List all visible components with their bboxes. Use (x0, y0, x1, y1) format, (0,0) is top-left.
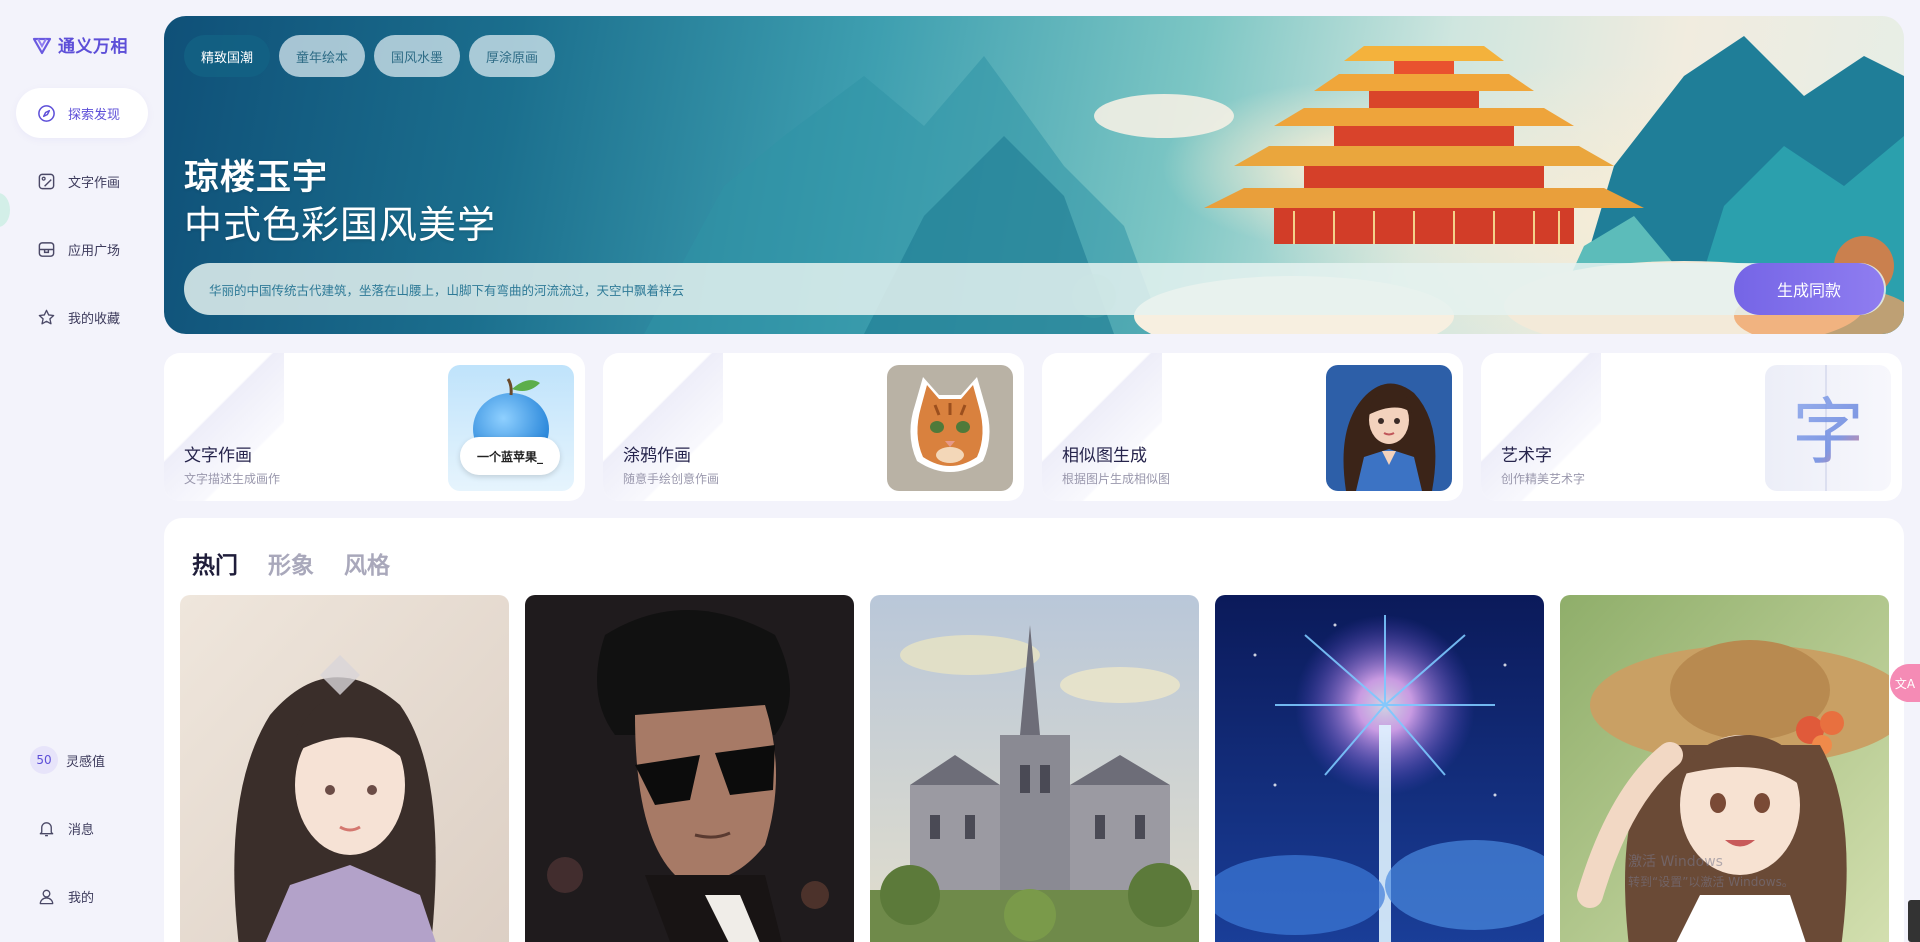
sidebar-item-messages[interactable]: 消息 (16, 803, 148, 853)
sidebar-item-label: 应用广场 (68, 243, 121, 259)
card-desc: 根据图片生成相似图 (1062, 472, 1171, 486)
card-desc: 文字描述生成画作 (184, 472, 281, 486)
translate-float-button[interactable]: 文A (1890, 664, 1920, 702)
gallery-tile-fireworks[interactable] (1215, 595, 1544, 942)
sidebar-item-label: 我的收藏 (68, 311, 121, 327)
watermark-line1: 激活 Windows (1628, 854, 1723, 870)
scrollbar-handle[interactable] (1908, 900, 1920, 942)
tab-portrait[interactable]: 形象 (268, 546, 314, 580)
feature-cards: 文字作画 文字描述生成画作 一个蓝苹果_ 涂鸦作画 随意手绘创意作画 相似图生成… (164, 353, 1902, 501)
sidebar-item-explore[interactable]: 探索发现 (16, 88, 148, 138)
app-box-icon (36, 239, 56, 259)
app-logo[interactable]: 通义万相 (31, 32, 128, 57)
art-text-glyph: 字 (1792, 390, 1864, 474)
banner-title: 琼楼玉宇 (184, 158, 329, 198)
chip-style-2[interactable]: 国风水墨 (374, 35, 461, 77)
sidebar-item-label: 探索发现 (68, 107, 121, 123)
cat-sticker-thumbnail (887, 365, 1013, 491)
tab-popular[interactable]: 热门 (192, 546, 238, 580)
chip-style-3[interactable]: 厚涂原画 (469, 35, 556, 77)
sidebar-item-label: 文字作画 (68, 175, 121, 191)
watermark-line2: 转到“设置”以激活 Windows。 (1628, 875, 1794, 889)
apple-prompt-label: 一个蓝苹果_ (460, 437, 560, 475)
tab-style[interactable]: 风格 (344, 546, 390, 580)
activation-watermark: 激活 Windows 转到“设置”以激活 Windows。 (1628, 852, 1794, 892)
card-title: 文字作画 (184, 446, 252, 466)
gallery-tile-sunglasses-man[interactable] (525, 595, 854, 942)
sidebar-item-favorites[interactable]: 我的收藏 (16, 292, 148, 342)
gallery-tile-ancient-woman[interactable] (180, 595, 509, 942)
banner-subtitle: 中式色彩国风美学 (184, 203, 497, 247)
sidebar-item-label: 消息 (68, 822, 95, 838)
sidebar-item-profile[interactable]: 我的 (16, 871, 148, 921)
user-icon (36, 886, 56, 906)
logo-icon (32, 37, 52, 54)
bell-icon (36, 818, 56, 838)
feature-card-text-to-image[interactable]: 文字作画 文字描述生成画作 一个蓝苹果_ (164, 353, 585, 501)
compass-icon (36, 103, 56, 123)
prompt-bar[interactable]: 华丽的中国传统古代建筑，坐落在山腰上，山脚下有弯曲的河流流过，天空中飘着祥云 生… (184, 263, 1886, 315)
inspiration-points[interactable]: 50 灵感值 (16, 735, 148, 785)
sidebar-item-text-to-image[interactable]: 文字作画 (16, 156, 148, 206)
side-decoration (0, 193, 10, 227)
card-desc: 创作精美艺术字 (1501, 472, 1586, 486)
feature-card-art-text[interactable]: 艺术字 创作精美艺术字 字 (1481, 353, 1902, 501)
points-label: 灵感值 (66, 754, 106, 770)
hero-banner: 精致国潮 童年绘本 国风水墨 厚涂原画 琼楼玉宇 中式色彩国风美学 华丽的中国传… (164, 16, 1904, 334)
anime-girl-thumbnail (1326, 365, 1452, 491)
chip-style-1[interactable]: 童年绘本 (279, 35, 366, 77)
sidebar-item-app-square[interactable]: 应用广场 (16, 224, 148, 274)
sidebar: 通义万相 探索发现 文字作画 应用广场 我的收藏 50 灵感值 消息 我的 (0, 0, 164, 942)
points-badge: 50 (30, 746, 58, 774)
feature-card-similar-image[interactable]: 相似图生成 根据图片生成相似图 (1042, 353, 1463, 501)
style-chips: 精致国潮 童年绘本 国风水墨 厚涂原画 (184, 35, 556, 77)
art-text-thumbnail: 字 (1765, 365, 1891, 491)
feature-card-doodle[interactable]: 涂鸦作画 随意手绘创意作画 (603, 353, 1024, 501)
generate-same-button[interactable]: 生成同款 (1734, 263, 1884, 315)
blue-apple-thumbnail: 一个蓝苹果_ (448, 365, 574, 491)
card-title: 艺术字 (1501, 446, 1552, 466)
chip-style-0[interactable]: 精致国潮 (184, 35, 271, 77)
sidebar-item-label: 我的 (68, 890, 95, 906)
card-desc: 随意手绘创意作画 (623, 472, 720, 486)
card-title: 相似图生成 (1062, 446, 1147, 466)
gallery-tile-cathedral[interactable] (870, 595, 1199, 942)
card-title: 涂鸦作画 (623, 446, 691, 466)
gallery-tabs: 热门 形象 风格 (192, 546, 390, 580)
prompt-text: 华丽的中国传统古代建筑，坐落在山腰上，山脚下有弯曲的河流流过，天空中飘着祥云 (209, 283, 685, 298)
app-name: 通义万相 (58, 37, 128, 57)
image-edit-icon (36, 171, 56, 191)
star-icon (36, 307, 56, 327)
